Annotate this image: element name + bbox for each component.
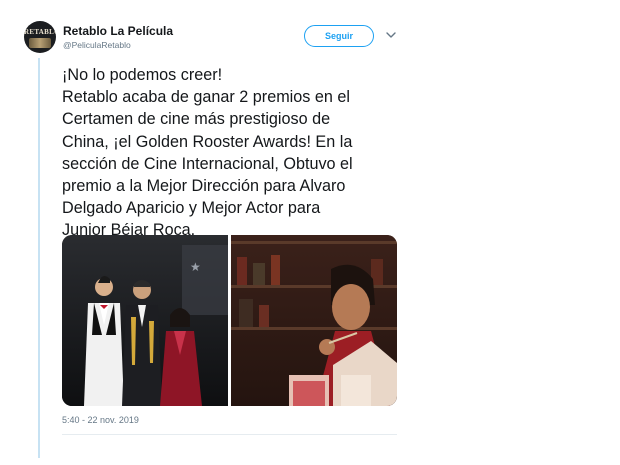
tweet-text: ¡No lo podemos creer! Retablo acaba de g… (62, 64, 402, 242)
tweet-text-line: premio a la Mejor Dirección para Alvaro (62, 177, 346, 196)
avatar-logo-text: RETABLO (24, 28, 56, 36)
tweet-text-line: Certamen de cine más prestigioso de (62, 110, 331, 129)
tweet-text-line: sección de Cine Internacional, Obtuvo el (62, 154, 353, 173)
tweet-text-line: Retablo acaba de ganar 2 premios en el (62, 88, 350, 107)
photo-film-still[interactable] (231, 235, 397, 406)
award-ceremony-illustration: ★ (62, 235, 228, 406)
follow-button[interactable]: Seguir (304, 25, 374, 47)
divider (62, 434, 397, 435)
thread-line (38, 58, 40, 458)
user-handle[interactable]: @PeliculaRetablo (63, 40, 131, 50)
chevron-down-icon[interactable] (384, 28, 398, 42)
film-still-illustration (231, 235, 397, 406)
avatar[interactable]: RETABLO (24, 21, 56, 53)
svg-text:★: ★ (190, 260, 201, 274)
photo-award-ceremony[interactable]: ★ (62, 235, 228, 406)
tweet-text-line: China, ¡el Golden Rooster Awards! En la (62, 132, 353, 151)
tweet-text-line: Delgado Aparicio y Mejor Actor para (62, 199, 321, 218)
avatar-art (29, 38, 51, 48)
tweet-timestamp[interactable]: 5:40 - 22 nov. 2019 (62, 415, 139, 425)
tweet-text-line: ¡No lo podemos creer! (62, 66, 223, 84)
display-name[interactable]: Retablo La Película (63, 24, 173, 38)
media-grid: ★ (62, 235, 397, 406)
